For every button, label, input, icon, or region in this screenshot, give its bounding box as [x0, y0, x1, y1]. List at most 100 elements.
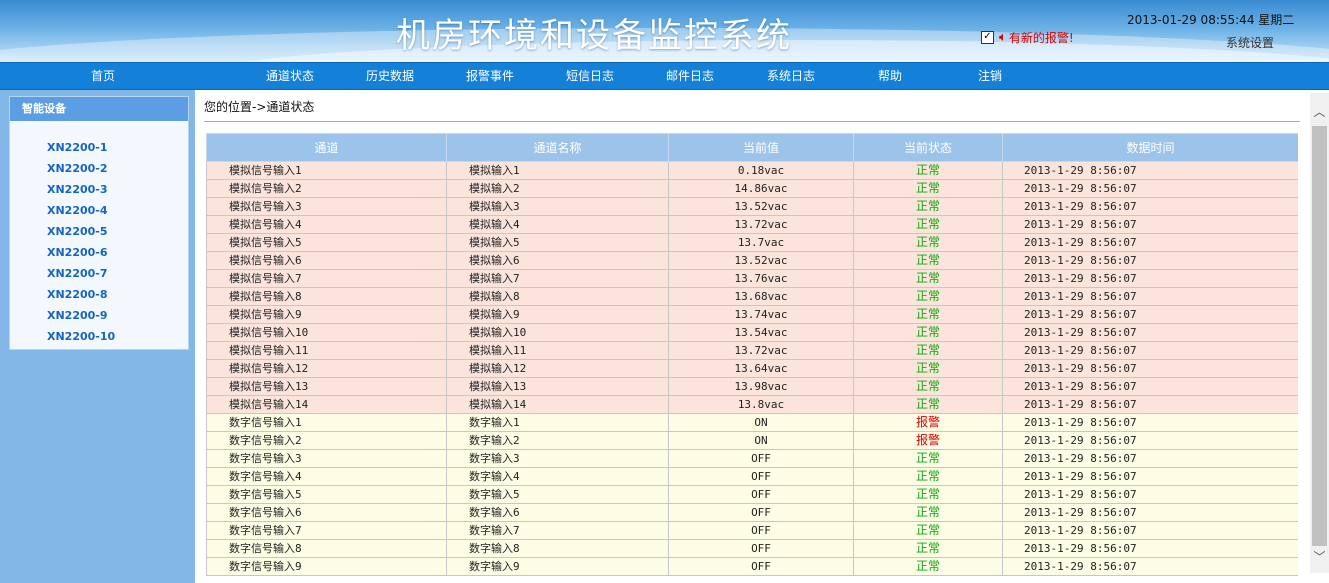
current-value-cell: OFF	[668, 503, 854, 522]
channel-name-cell: 模拟输入2	[446, 179, 669, 198]
sidebar-item-device[interactable]: XN2200-4	[47, 204, 108, 217]
device-panel: 智能设备 XN2200-1 XN2200-2 XN2200-3 XN2200-4…	[9, 96, 189, 350]
channel-cell: 模拟信号输入1	[206, 161, 447, 180]
table-row: 模拟信号输入8 模拟输入8 13.68vac 正常 2013-1-29 8:56:07	[206, 287, 1298, 306]
nav-system-log[interactable]: 系统日志	[767, 63, 815, 90]
new-alarm-text[interactable]: 有新的报警!	[1009, 29, 1074, 46]
channel-cell: 数字信号输入1	[206, 413, 447, 432]
channel-name-cell: 模拟输入14	[446, 395, 669, 414]
current-value-cell: 13.64vac	[668, 359, 854, 378]
sidebar-item-device[interactable]: XN2200-9	[47, 309, 108, 322]
status-badge: 正常	[915, 163, 940, 177]
current-value-cell: 13.72vac	[668, 341, 854, 360]
scrollbar-thumb[interactable]	[1312, 126, 1327, 546]
sidebar-item-device[interactable]: XN2200-3	[47, 183, 108, 196]
channel-cell: 数字信号输入9	[206, 557, 447, 576]
status-badge: 正常	[915, 343, 940, 357]
current-value-cell: 13.54vac	[668, 323, 854, 342]
current-value-cell: 13.74vac	[668, 305, 854, 324]
nav-email-log[interactable]: 邮件日志	[666, 63, 714, 90]
nav-history-data[interactable]: 历史数据	[366, 63, 414, 90]
sidebar-item-device[interactable]: XN2200-2	[47, 162, 108, 175]
table-header-row: 通道 通道名称 当前值 当前状态 数据时间	[206, 133, 1298, 162]
status-cell: 正常	[853, 323, 1003, 342]
channel-status-table: 通道 通道名称 当前值 当前状态 数据时间 模拟信号输入1 模拟输入1 0.18va…	[206, 133, 1298, 576]
table-row: 数字信号输入7 数字输入7 OFF 正常 2013-1-29 8:56:07	[206, 521, 1298, 540]
table-row: 模拟信号输入9 模拟输入9 13.74vac 正常 2013-1-29 8:56:07	[206, 305, 1298, 324]
channel-cell: 模拟信号输入12	[206, 359, 447, 378]
status-cell: 正常	[853, 179, 1003, 198]
status-cell: 正常	[853, 197, 1003, 216]
sidebar-item-device[interactable]: XN2200-10	[47, 330, 115, 343]
table-row: 模拟信号输入5 模拟输入5 13.7vac 正常 2013-1-29 8:56:07	[206, 233, 1298, 252]
current-value-cell: ON	[668, 431, 854, 450]
status-cell: 正常	[853, 521, 1003, 540]
status-badge: 正常	[915, 451, 940, 465]
status-cell: 正常	[853, 539, 1003, 558]
status-cell: 正常	[853, 449, 1003, 468]
data-time-cell: 2013-1-29 8:56:07	[1002, 233, 1298, 252]
column-header: 通道	[206, 133, 447, 162]
column-header: 数据时间	[1002, 133, 1298, 162]
app-title: 机房环境和设备监控系统	[396, 16, 792, 56]
current-value-cell: 13.7vac	[668, 233, 854, 252]
data-time-cell: 2013-1-29 8:56:07	[1002, 197, 1298, 216]
current-value-cell: 14.86vac	[668, 179, 854, 198]
channel-name-cell: 模拟输入5	[446, 233, 669, 252]
chevron-down-icon[interactable]: ﹀	[1310, 548, 1329, 566]
data-time-cell: 2013-1-29 8:56:07	[1002, 215, 1298, 234]
channel-cell: 数字信号输入2	[206, 431, 447, 450]
table-row: 模拟信号输入2 模拟输入2 14.86vac 正常 2013-1-29 8:56:07	[206, 179, 1298, 198]
channel-name-cell: 模拟输入4	[446, 215, 669, 234]
channel-cell: 模拟信号输入2	[206, 179, 447, 198]
channel-cell: 数字信号输入6	[206, 503, 447, 522]
table-row: 数字信号输入3 数字输入3 OFF 正常 2013-1-29 8:56:07	[206, 449, 1298, 468]
table-row: 数字信号输入2 数字输入2 ON 报警 2013-1-29 8:56:07	[206, 431, 1298, 450]
new-alarm-indicator: ✓ 🔈︎ 有新的报警!	[981, 29, 1074, 45]
checkbox-check-icon: ✓	[983, 31, 992, 42]
sidebar-item-device[interactable]: XN2200-5	[47, 225, 108, 238]
status-cell: 正常	[853, 485, 1003, 504]
vertical-scrollbar[interactable]: ︿ ﹀	[1310, 93, 1329, 573]
status-badge: 正常	[915, 325, 940, 339]
nav-channel-status[interactable]: 通道状态	[266, 63, 314, 90]
column-header: 当前状态	[853, 133, 1003, 162]
status-badge: 正常	[915, 217, 940, 231]
channel-name-cell: 数字输入6	[446, 503, 669, 522]
nav-logout[interactable]: 注销	[978, 63, 1002, 90]
sidebar-item-device[interactable]: XN2200-6	[47, 246, 108, 259]
data-time-cell: 2013-1-29 8:56:07	[1002, 323, 1298, 342]
nav-alarm-events[interactable]: 报警事件	[466, 63, 514, 90]
status-badge: 正常	[915, 235, 940, 249]
sidebar-item-device[interactable]: XN2200-7	[47, 267, 108, 280]
channel-cell: 模拟信号输入7	[206, 269, 447, 288]
current-value-cell: 0.18vac	[668, 161, 854, 180]
nav-home[interactable]: 首页	[91, 63, 115, 90]
sidebar: 智能设备 XN2200-1 XN2200-2 XN2200-3 XN2200-4…	[0, 90, 195, 583]
column-header: 当前值	[668, 133, 854, 162]
channel-name-cell: 数字输入8	[446, 539, 669, 558]
data-time-cell: 2013-1-29 8:56:07	[1002, 485, 1298, 504]
table-row: 数字信号输入1 数字输入1 ON 报警 2013-1-29 8:56:07	[206, 413, 1298, 432]
channel-cell: 模拟信号输入3	[206, 197, 447, 216]
status-badge: 正常	[915, 523, 940, 537]
current-datetime: 2013-01-29 08:55:44 星期二	[1127, 13, 1295, 27]
sidebar-item-device[interactable]: XN2200-1	[47, 141, 108, 154]
system-settings-link[interactable]: 系统设置	[1226, 34, 1274, 51]
current-value-cell: OFF	[668, 557, 854, 576]
sidebar-item-device[interactable]: XN2200-8	[47, 288, 108, 301]
current-value-cell: ON	[668, 413, 854, 432]
chevron-up-icon[interactable]: ︿	[1310, 103, 1329, 121]
nav-sms-log[interactable]: 短信日志	[566, 63, 614, 90]
status-cell: 正常	[853, 359, 1003, 378]
channel-cell: 模拟信号输入8	[206, 287, 447, 306]
current-value-cell: OFF	[668, 521, 854, 540]
current-value-cell: 13.76vac	[668, 269, 854, 288]
alarm-notify-checkbox[interactable]: ✓	[981, 30, 994, 44]
status-badge: 正常	[915, 487, 940, 501]
data-time-cell: 2013-1-29 8:56:07	[1002, 395, 1298, 414]
table-row: 模拟信号输入12 模拟输入12 13.64vac 正常 2013-1-29 8:56:0…	[206, 359, 1298, 378]
channel-name-cell: 模拟输入8	[446, 287, 669, 306]
status-badge: 正常	[915, 559, 940, 573]
nav-help[interactable]: 帮助	[878, 63, 902, 90]
